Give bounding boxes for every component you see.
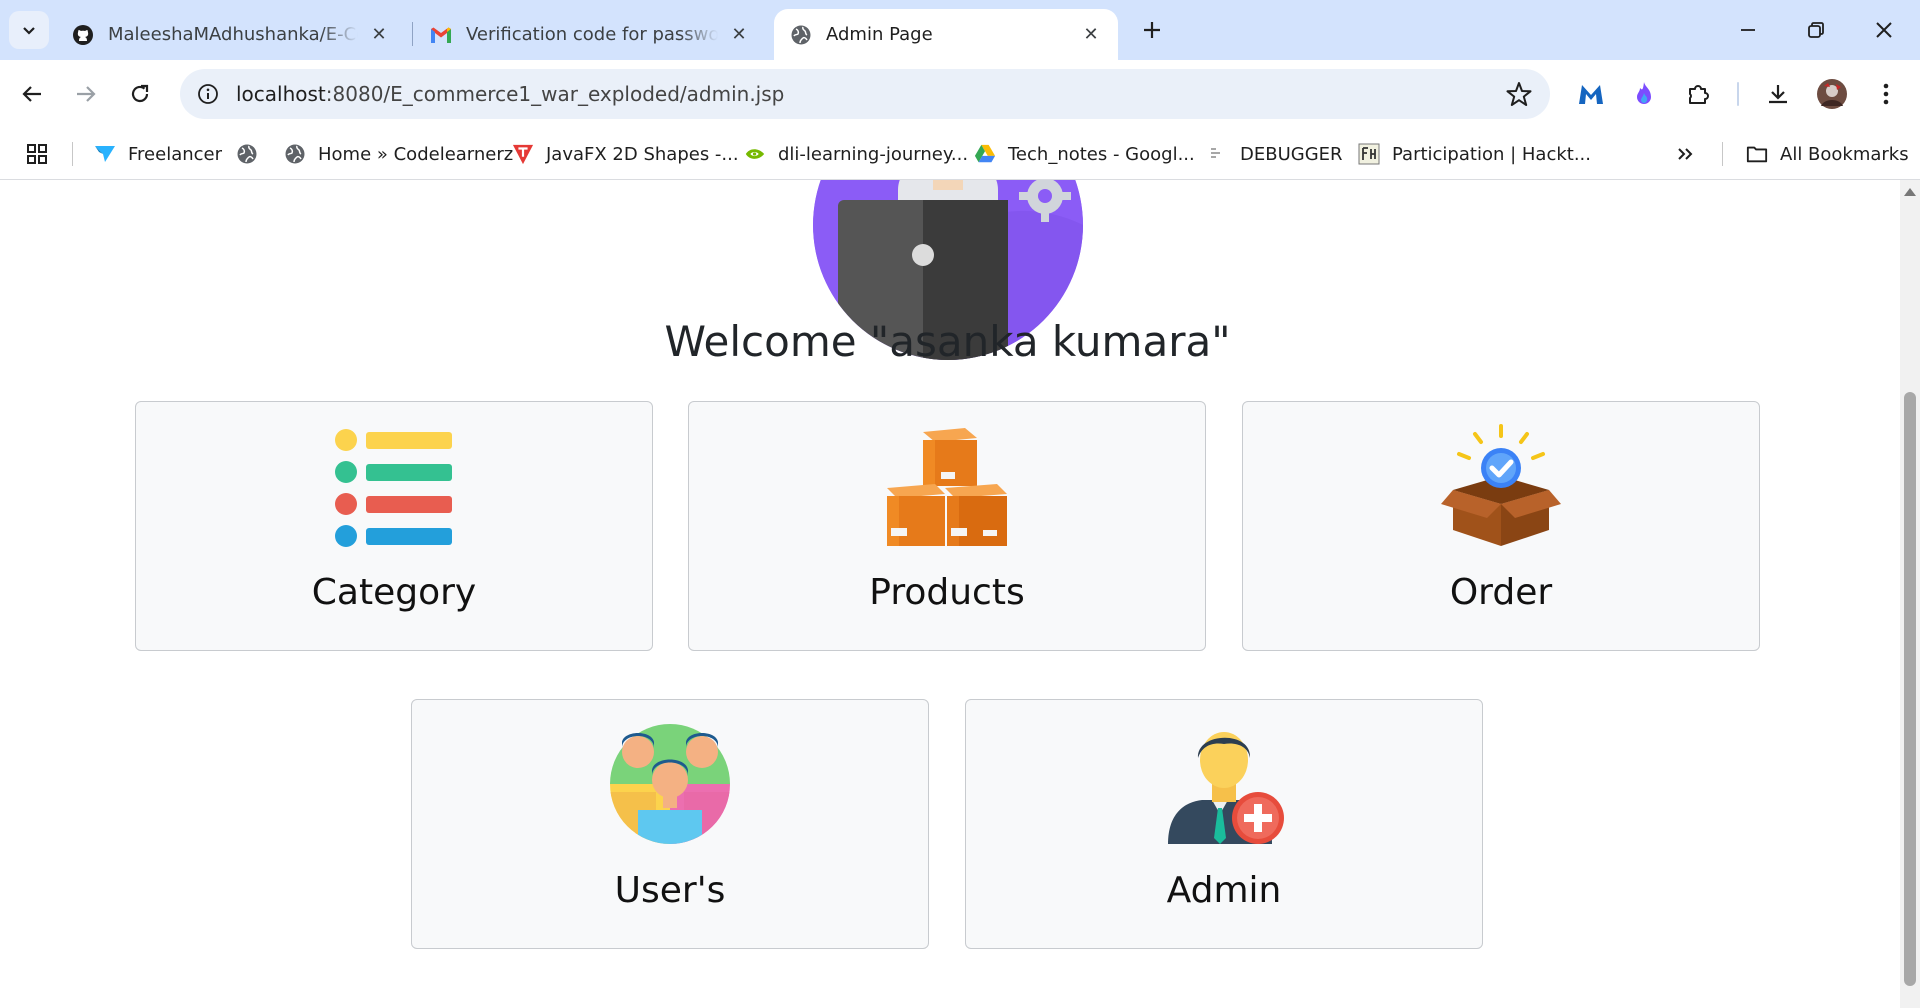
bookmarks-bar: Freelancer Home » Codelearnerz JavaFX 2D… [0, 128, 1920, 180]
order-box-icon [1441, 424, 1561, 546]
gmail-icon [430, 24, 452, 46]
users-card[interactable]: User's [411, 699, 929, 949]
card-label: User's [614, 870, 726, 911]
hackathon-icon [1358, 143, 1380, 165]
bookmark-dli[interactable]: dli-learning-journey... [744, 140, 968, 168]
apps-button[interactable] [26, 140, 48, 168]
restore-icon [1808, 22, 1824, 38]
bookmark-tech-notes[interactable]: Tech_notes - Googl... [974, 140, 1195, 168]
apps-grid-icon [27, 144, 47, 164]
page-scrollbar[interactable] [1900, 180, 1920, 1008]
scroll-up-arrow-icon[interactable] [1904, 188, 1916, 196]
malwarebytes-icon [1579, 85, 1603, 104]
close-icon [1876, 22, 1892, 38]
tab-title: Admin Page [826, 24, 933, 45]
bookmark-hackathon[interactable]: Participation | Hackt... [1358, 140, 1591, 168]
close-icon[interactable]: ✕ [368, 24, 390, 46]
download-icon [1769, 85, 1787, 104]
category-card[interactable]: Category [135, 401, 653, 651]
malwarebytes-extension[interactable] [1571, 74, 1611, 114]
add-admin-icon [1168, 732, 1284, 844]
avatar [1817, 79, 1847, 109]
products-card[interactable]: Products [688, 401, 1206, 651]
scrollbar-thumb[interactable] [1904, 392, 1916, 986]
bookmark-globe[interactable] [236, 140, 270, 168]
back-button[interactable] [10, 72, 54, 116]
forward-button[interactable] [64, 72, 108, 116]
welcome-heading: Welcome "asanka kumara" [664, 317, 1231, 366]
close-window-button[interactable] [1856, 10, 1912, 50]
globe-icon [236, 143, 258, 165]
card-label: Admin [1166, 870, 1282, 911]
bookmark-javafx[interactable]: JavaFX 2D Shapes -... [512, 140, 739, 168]
admin-page: Welcome "asanka kumara" Category Product… [0, 180, 1900, 1008]
more-bookmarks-button[interactable] [1676, 140, 1694, 168]
arrow-left-icon [22, 86, 41, 102]
tab-admin-page[interactable]: Admin Page ✕ [774, 9, 1118, 60]
puzzle-icon [1689, 85, 1709, 104]
chevron-down-icon [23, 27, 35, 35]
new-tab-button[interactable] [1134, 12, 1170, 48]
plus-icon [1144, 22, 1160, 38]
globe-icon [284, 143, 306, 165]
url-text[interactable]: localhost:8080/E_commerce1_war_exploded/… [236, 82, 784, 106]
tab-strip: MaleeshaMAdhushanka/E-Commerce ✕ Verific… [0, 0, 1920, 60]
bookmark-codelearnerz[interactable]: Home » Codelearnerz [284, 140, 513, 168]
close-icon[interactable]: ✕ [728, 24, 750, 46]
extensions-button[interactable] [1679, 74, 1719, 114]
tab-title: MaleeshaMAdhushanka/E-Commerce [108, 24, 358, 45]
bookmark-divider [1722, 142, 1723, 166]
product-boxes-icon [887, 428, 1007, 546]
restore-button[interactable] [1788, 10, 1844, 50]
arrow-right-icon [77, 86, 96, 102]
chrome-menu-button[interactable] [1866, 74, 1906, 114]
bookmark-star-icon[interactable] [1506, 81, 1532, 107]
flame-extension[interactable] [1624, 74, 1664, 114]
close-icon[interactable]: ✕ [1080, 24, 1102, 46]
globe-icon [790, 24, 812, 46]
minimize-button[interactable] [1720, 10, 1776, 50]
all-bookmarks-button[interactable]: All Bookmarks [1746, 140, 1909, 168]
tab-github[interactable]: MaleeshaMAdhushanka/E-Commerce ✕ [56, 9, 406, 60]
reload-button[interactable] [118, 72, 162, 116]
admin-card[interactable]: Admin [965, 699, 1483, 949]
github-icon [72, 24, 94, 46]
address-bar[interactable]: localhost:8080/E_commerce1_war_exploded/… [180, 69, 1550, 119]
more-vert-icon [1883, 83, 1889, 105]
reload-icon [131, 84, 149, 103]
bookmark-debugger[interactable]: DEBUGGER [1206, 140, 1343, 168]
card-label: Products [869, 572, 1025, 613]
card-label: Order [1449, 572, 1553, 613]
site-info-icon[interactable] [194, 80, 222, 108]
order-card[interactable]: Order [1242, 401, 1760, 651]
drive-icon [974, 143, 996, 165]
tutorial-icon [512, 143, 534, 165]
flame-icon [1637, 82, 1651, 104]
category-list-icon [335, 429, 452, 547]
tab-divider [412, 22, 413, 46]
toolbar-divider [1737, 82, 1739, 106]
tab-title: Verification code for password change [466, 24, 718, 45]
nvidia-icon [744, 143, 766, 165]
debugger-icon [1206, 143, 1228, 165]
freelancer-icon [94, 143, 116, 165]
bookmark-divider [72, 142, 73, 166]
downloads-button[interactable] [1758, 74, 1798, 114]
browser-toolbar: localhost:8080/E_commerce1_war_exploded/… [0, 60, 1920, 128]
profile-avatar[interactable] [1812, 74, 1852, 114]
minimize-icon [1741, 29, 1755, 31]
users-group-icon [610, 724, 730, 844]
card-label: Category [311, 572, 477, 613]
chevron-double-right-icon [1678, 148, 1693, 160]
folder-icon [1746, 143, 1768, 165]
bookmark-freelancer[interactable]: Freelancer [94, 140, 222, 168]
tab-gmail[interactable]: Verification code for password change ✕ [414, 9, 766, 60]
tab-search-button[interactable] [9, 11, 49, 49]
